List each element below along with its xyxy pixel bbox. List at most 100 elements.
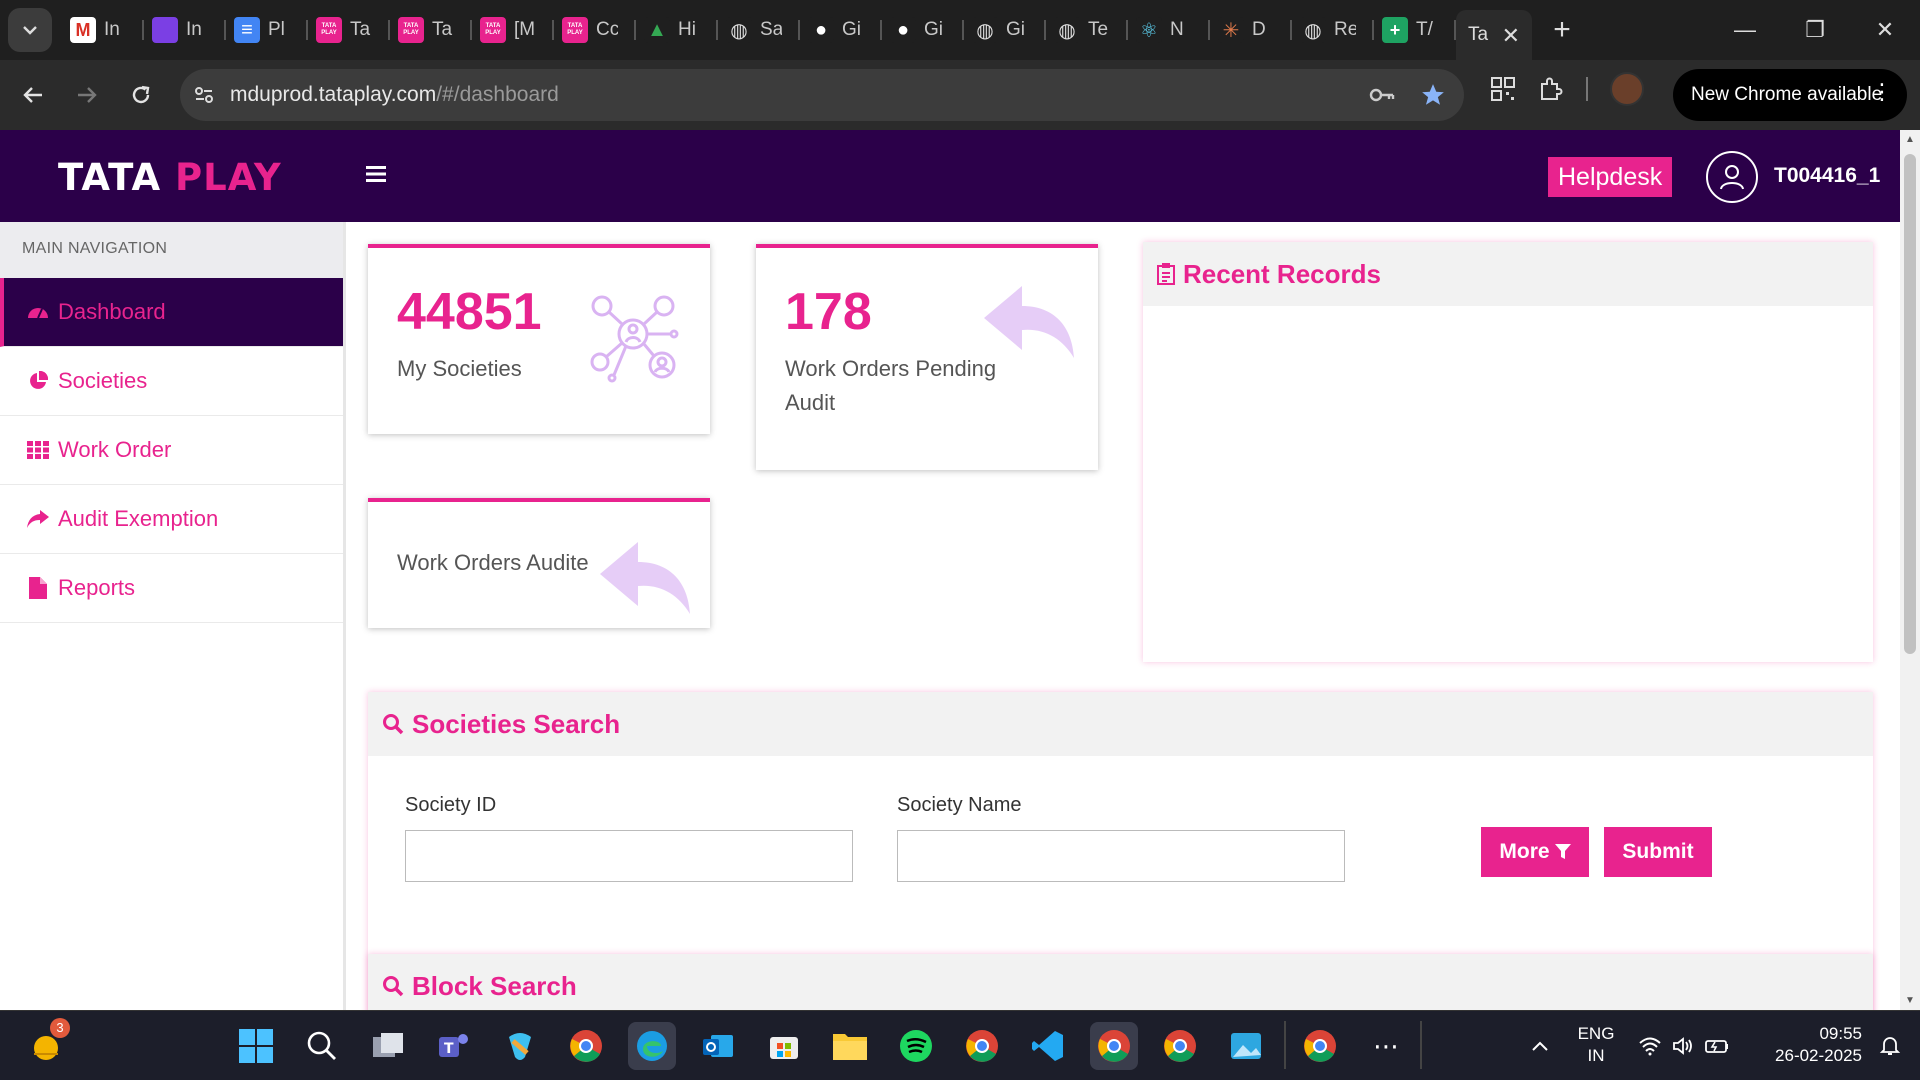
more-filter-button[interactable]: More: [1481, 827, 1589, 877]
pending-audit-label-line1: Work Orders Pending: [785, 356, 997, 381]
browser-tab[interactable]: ● Gi: [882, 0, 964, 60]
active-tab[interactable]: Ta ✕: [1456, 10, 1532, 60]
taskbar-search-button[interactable]: [298, 1022, 346, 1070]
sidebar-item-reports[interactable]: Reports: [0, 554, 343, 623]
browser-tab[interactable]: TATA PLAY Ta: [390, 0, 472, 60]
clock[interactable]: 09:55 26-02-2025: [1752, 1023, 1862, 1067]
page-scrollbar[interactable]: ▲ ▼: [1900, 130, 1920, 1010]
pending-audit-label-line2: Audit: [785, 390, 836, 415]
browser-tab[interactable]: ◍ Sa: [718, 0, 800, 60]
browser-tab-strip: M In In ≡ Pl TATA PLAY Ta TATA PLAY Ta TATA PLAY […: [0, 0, 1920, 60]
notification-center-button[interactable]: [1870, 1022, 1910, 1070]
recent-records-header: Recent Records: [1143, 242, 1873, 306]
key-icon[interactable]: [1368, 81, 1396, 109]
my-societies-card[interactable]: 44851 My Societies: [368, 244, 710, 434]
vscode-app[interactable]: [1024, 1022, 1072, 1070]
task-view-button[interactable]: [364, 1022, 412, 1070]
show-hidden-icons-button[interactable]: [1516, 1022, 1564, 1070]
society-id-input[interactable]: [405, 830, 853, 882]
browser-tab[interactable]: ◍ Gi: [964, 0, 1046, 60]
society-name-input[interactable]: [897, 830, 1345, 882]
more-apps-icon[interactable]: ⋯: [1362, 1022, 1410, 1070]
spotify-app[interactable]: [892, 1022, 940, 1070]
helpdesk-button[interactable]: Helpdesk: [1548, 157, 1673, 197]
filter-icon: [1554, 844, 1571, 859]
outlook-app[interactable]: [694, 1022, 742, 1070]
web-app: TATA PLAY Helpdesk T004416_1 MAIN NAVIGA…: [0, 130, 1900, 1010]
tab-favicon-icon: TATA PLAY: [480, 17, 506, 43]
wifi-icon: [1639, 1037, 1661, 1056]
browser-tab[interactable]: ⚛ N: [1128, 0, 1210, 60]
reload-button[interactable]: [114, 68, 168, 122]
restore-button[interactable]: ❐: [1780, 0, 1850, 60]
file-explorer-app[interactable]: [826, 1022, 874, 1070]
chevron-up-icon: [1532, 1041, 1548, 1051]
chrome-profile-app[interactable]: [958, 1022, 1006, 1070]
sidebar-item-societies[interactable]: Societies: [0, 347, 343, 416]
store-app[interactable]: [760, 1022, 808, 1070]
more-menu-icon[interactable]: ⋮: [1871, 79, 1893, 105]
tab-title: Sa: [760, 19, 782, 40]
chrome-active-app[interactable]: [1090, 1022, 1138, 1070]
audited-card[interactable]: Work Orders Audite: [368, 498, 710, 628]
toolbar-divider: [1586, 77, 1588, 101]
sidebar-item-work-order[interactable]: Work Order: [0, 416, 343, 485]
browser-tab[interactable]: TATA PLAY [M: [472, 0, 554, 60]
close-tab-icon[interactable]: ✕: [1502, 23, 1520, 49]
weather-widget[interactable]: 3: [22, 1018, 70, 1070]
chrome-app-2[interactable]: [1156, 1022, 1204, 1070]
language-indicator[interactable]: ENG IN: [1576, 1023, 1616, 1067]
browser-tab[interactable]: TATA PLAY Ta: [308, 0, 390, 60]
sidebar-item-label: Dashboard: [58, 299, 166, 324]
browser-tab[interactable]: ▲ Hi: [636, 0, 718, 60]
start-button[interactable]: [232, 1022, 280, 1070]
browser-tab[interactable]: In: [144, 0, 226, 60]
browser-tab[interactable]: ◍ Te: [1046, 0, 1128, 60]
notification-bell-icon: [1879, 1037, 1901, 1055]
scrollbar-thumb[interactable]: [1904, 154, 1916, 654]
scroll-up-icon[interactable]: ▲: [1905, 134, 1915, 145]
username-label[interactable]: T004416_1: [1774, 164, 1880, 188]
browser-tab[interactable]: M In: [62, 0, 144, 60]
tab-search-button[interactable]: [8, 8, 52, 52]
profile-avatar[interactable]: [1610, 72, 1644, 106]
back-button[interactable]: [6, 68, 60, 122]
user-avatar-icon[interactable]: [1706, 151, 1758, 203]
teams-app[interactable]: T: [430, 1022, 478, 1070]
photos-app[interactable]: [1222, 1022, 1270, 1070]
tab-title: Ta: [432, 19, 453, 40]
teams-icon: T: [439, 1034, 468, 1057]
new-tab-button[interactable]: +: [1542, 10, 1582, 50]
forward-button[interactable]: [60, 68, 114, 122]
tata-play-logo[interactable]: TATA PLAY: [58, 156, 282, 199]
logo-play: PLAY: [175, 156, 282, 199]
edge-app[interactable]: [628, 1022, 676, 1070]
browser-tab[interactable]: TATA PLAY Cc: [554, 0, 636, 60]
browser-tab[interactable]: ● Gi: [800, 0, 882, 60]
network-people-icon: [590, 295, 679, 383]
pending-audit-card[interactable]: 178 Work Orders Pending Audit: [756, 244, 1098, 470]
address-bar[interactable]: mduprod.tataplay.com/#/dashboard: [180, 69, 1464, 121]
minimize-button[interactable]: ―: [1710, 0, 1780, 60]
browser-tab[interactable]: ✳ D: [1210, 0, 1292, 60]
browser-tab[interactable]: ◍ Re: [1292, 0, 1374, 60]
submit-button[interactable]: Submit: [1604, 827, 1712, 877]
chrome-app[interactable]: [562, 1022, 610, 1070]
browser-tab[interactable]: + T/: [1374, 0, 1456, 60]
site-info-icon[interactable]: [192, 83, 216, 107]
hamburger-menu-icon[interactable]: [366, 164, 388, 184]
close-window-button[interactable]: ✕: [1850, 0, 1920, 60]
system-tray-status[interactable]: [1634, 1022, 1734, 1070]
bookmark-star-icon[interactable]: [1420, 82, 1446, 108]
scroll-down-icon[interactable]: ▼: [1905, 995, 1915, 1006]
tab-favicon-icon: ◍: [1054, 17, 1080, 43]
tab-title: Ta: [350, 19, 371, 40]
sidebar-item-dashboard[interactable]: Dashboard: [0, 278, 343, 347]
extensions-puzzle-icon[interactable]: [1538, 76, 1564, 102]
chrome-app-3[interactable]: [1296, 1022, 1344, 1070]
browser-tab[interactable]: ≡ Pl: [226, 0, 308, 60]
new-chrome-available-button[interactable]: New Chrome available ⋮: [1673, 69, 1907, 121]
copilot-app[interactable]: [496, 1022, 544, 1070]
sidebar-item-audit-exemption[interactable]: Audit Exemption: [0, 485, 343, 554]
qr-code-icon[interactable]: [1490, 76, 1516, 102]
